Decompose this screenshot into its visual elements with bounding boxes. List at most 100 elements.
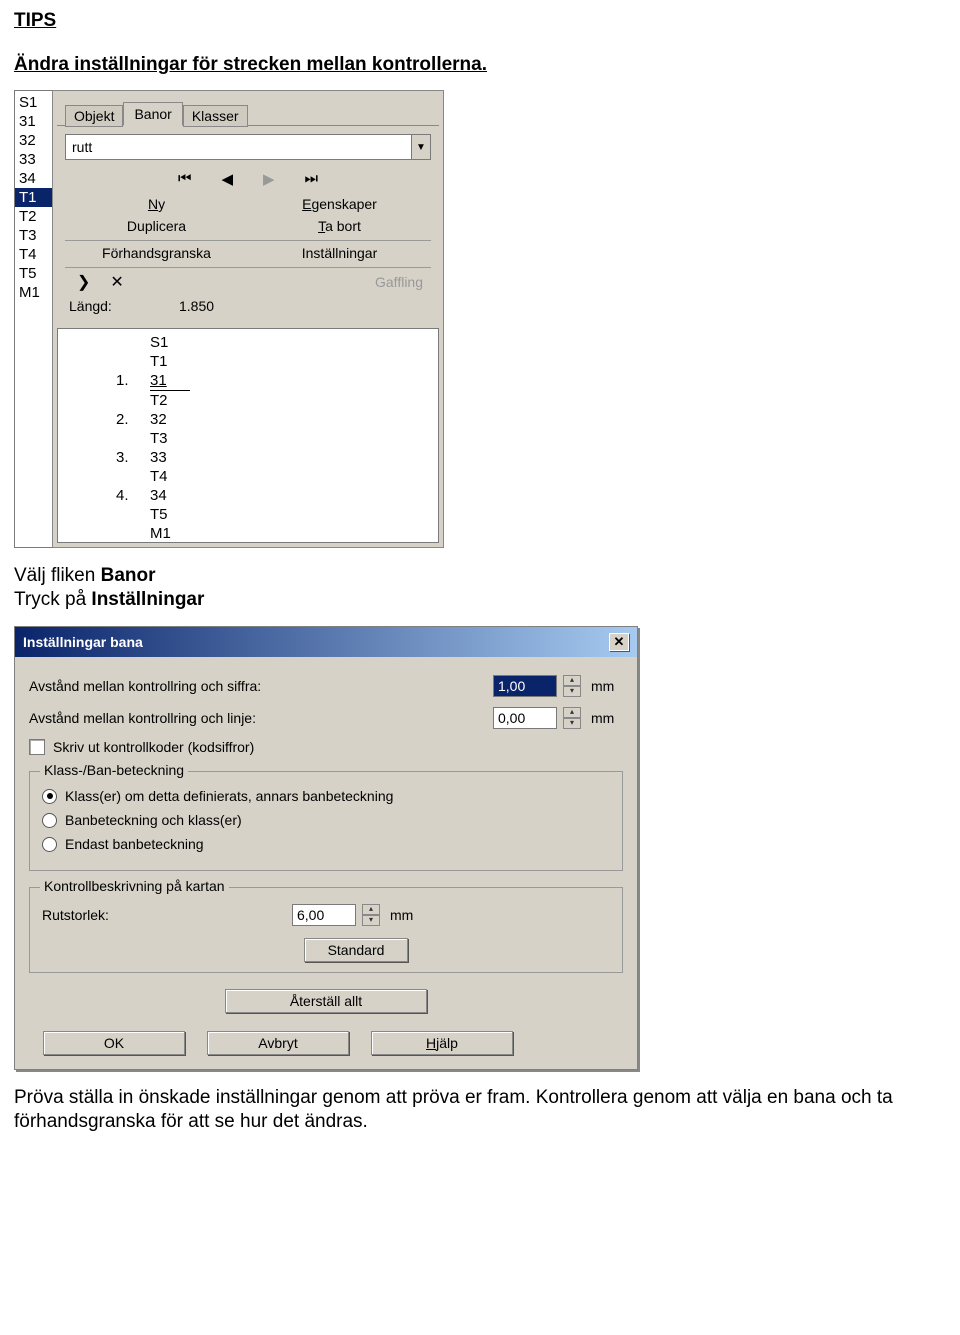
icon-row: ❯ ✕ Gaffling xyxy=(65,272,431,292)
seq-num: 3. xyxy=(116,448,150,467)
seq-item: T5 xyxy=(150,505,190,524)
seq-item: 32 xyxy=(150,410,190,429)
seq-item: T3 xyxy=(150,429,190,448)
list-item[interactable]: T1 xyxy=(15,188,52,207)
list-item[interactable]: 33 xyxy=(15,150,52,169)
chevron-down-icon[interactable]: ▼ xyxy=(411,135,430,159)
divider xyxy=(65,267,431,268)
seq-item: T4 xyxy=(150,467,190,486)
dialog-body: Avstånd mellan kontrollring och siffra: … xyxy=(15,657,637,1069)
list-item[interactable]: 34 xyxy=(15,169,52,188)
tips-heading: TIPS xyxy=(14,10,946,32)
tab-klasser[interactable]: Klasser xyxy=(183,105,248,127)
list-item[interactable]: 31 xyxy=(15,112,52,131)
spinner[interactable]: ▴▾ xyxy=(362,904,380,926)
reset-all-button[interactable]: Återställ allt xyxy=(225,989,427,1013)
fieldset-kontrollbeskrivning: Kontrollbeskrivning på kartan Rutstorlek… xyxy=(29,887,623,973)
help-button[interactable]: Hjälp xyxy=(371,1031,513,1055)
legend: Klass-/Ban-beteckning xyxy=(40,762,188,778)
input-avstand-siffra[interactable] xyxy=(493,675,557,697)
tab-bar: Objekt Banor Klasser xyxy=(53,91,443,125)
fieldset-klass-ban: Klass-/Ban-beteckning Klass(er) om detta… xyxy=(29,771,623,871)
row-avstand-siffra: Avstånd mellan kontrollring och siffra: … xyxy=(29,675,623,697)
prev-icon[interactable]: ◀ xyxy=(221,170,233,188)
divider xyxy=(65,240,431,241)
tab-objekt[interactable]: Objekt xyxy=(65,105,123,127)
dialog-title: Inställningar bana xyxy=(23,634,143,650)
banor-panel-screenshot: S1 31 32 33 34 T1 T2 T3 T4 T5 M1 Objekt … xyxy=(14,90,444,548)
gaffling-label: Gaffling xyxy=(375,274,423,290)
list-item[interactable]: M1 xyxy=(15,283,52,302)
installningar-button[interactable]: Inställningar xyxy=(248,245,431,261)
seq-item: T1 xyxy=(150,352,190,371)
close-icon[interactable]: ✕ xyxy=(110,272,123,292)
button-row-2: Duplicera Ta bort xyxy=(65,218,431,234)
radio-opt3[interactable]: Endast banbeteckning xyxy=(42,836,610,852)
radio-icon[interactable] xyxy=(42,789,57,804)
label-avstand-siffra: Avstånd mellan kontrollring och siffra: xyxy=(29,678,493,694)
first-icon[interactable]: ⏮ xyxy=(178,170,192,188)
seq-num: 4. xyxy=(116,486,150,505)
radio-label: Banbeteckning och klass(er) xyxy=(65,812,242,828)
label-avstand-linje: Avstånd mellan kontrollring och linje: xyxy=(29,710,493,726)
spinner[interactable]: ▴▾ xyxy=(563,707,581,729)
seq-num: 2. xyxy=(116,410,150,429)
seq-item: 33 xyxy=(150,448,190,467)
panel-right: Objekt Banor Klasser rutt ▼ ⏮ ◀ ▶ ⏭ Ny E… xyxy=(52,90,444,548)
tabort-button[interactable]: Ta bort xyxy=(248,218,431,234)
input-avstand-linje[interactable] xyxy=(493,707,557,729)
legend: Kontrollbeskrivning på kartan xyxy=(40,878,229,894)
tab-content: rutt ▼ ⏮ ◀ ▶ ⏭ Ny Egenskaper Duplicera T… xyxy=(57,125,439,324)
close-button[interactable]: ✕ xyxy=(609,633,629,651)
cancel-button[interactable]: Avbryt xyxy=(207,1031,349,1055)
length-row: Längd: 1.850 xyxy=(65,296,431,320)
list-item[interactable]: T2 xyxy=(15,207,52,226)
radio-opt2[interactable]: Banbeteckning och klass(er) xyxy=(42,812,610,828)
unit-mm: mm xyxy=(390,907,422,923)
list-item[interactable]: T5 xyxy=(15,264,52,283)
radio-label: Endast banbeteckning xyxy=(65,836,204,852)
length-label: Längd: xyxy=(69,298,179,314)
instruction-text-1: Välj fliken Banor Tryck på Inställningar xyxy=(14,564,946,612)
duplicera-button[interactable]: Duplicera xyxy=(65,218,248,234)
egenskaper-button[interactable]: Egenskaper xyxy=(248,196,431,212)
ok-button[interactable]: OK xyxy=(43,1031,185,1055)
dialog-footer: OK Avbryt Hjälp xyxy=(29,1031,623,1055)
instruction-text-2: Pröva ställa in önskade inställningar ge… xyxy=(14,1086,946,1134)
rutt-dropdown[interactable]: rutt ▼ xyxy=(65,134,431,160)
next-icon[interactable]: ❯ xyxy=(77,272,90,292)
dialog-titlebar: Inställningar bana ✕ xyxy=(15,627,637,657)
nav-icons-row: ⏮ ◀ ▶ ⏭ xyxy=(65,170,431,188)
radio-opt1[interactable]: Klass(er) om detta definierats, annars b… xyxy=(42,788,610,804)
sequence-box: S1 T1 1.31 T2 2.32 T3 3.33 T4 4.34 T5 M1 xyxy=(57,328,439,543)
standard-button[interactable]: Standard xyxy=(304,938,408,962)
input-rutstorlek[interactable] xyxy=(292,904,356,926)
checkbox-icon[interactable] xyxy=(29,739,45,755)
unit-mm: mm xyxy=(591,678,623,694)
radio-icon[interactable] xyxy=(42,837,57,852)
seq-num: 1. xyxy=(116,371,150,390)
subheading: Ändra inställningar för strecken mellan … xyxy=(14,54,946,76)
seq-item: 31 xyxy=(150,371,190,390)
forhandsgranska-button[interactable]: Förhandsgranska xyxy=(65,245,248,261)
list-item[interactable]: T4 xyxy=(15,245,52,264)
list-item[interactable]: T3 xyxy=(15,226,52,245)
spinner[interactable]: ▴▾ xyxy=(563,675,581,697)
seq-item: T2 xyxy=(150,390,190,410)
button-row-1: Ny Egenskaper xyxy=(65,196,431,212)
row-avstand-linje: Avstånd mellan kontrollring och linje: ▴… xyxy=(29,707,623,729)
button-row-3: Förhandsgranska Inställningar xyxy=(65,245,431,261)
radio-label: Klass(er) om detta definierats, annars b… xyxy=(65,788,393,804)
seq-item: 34 xyxy=(150,486,190,505)
radio-icon[interactable] xyxy=(42,813,57,828)
ny-button[interactable]: Ny xyxy=(65,196,248,212)
last-icon[interactable]: ⏭ xyxy=(305,170,319,188)
row-rutstorlek: Rutstorlek: ▴▾ mm xyxy=(42,904,610,926)
unit-mm: mm xyxy=(591,710,623,726)
list-item[interactable]: S1 xyxy=(15,93,52,112)
object-list[interactable]: S1 31 32 33 34 T1 T2 T3 T4 T5 M1 xyxy=(14,90,52,548)
list-item[interactable]: 32 xyxy=(15,131,52,150)
checkbox-kontrollkoder[interactable]: Skriv ut kontrollkoder (kodsiffror) xyxy=(29,739,623,755)
label-rutstorlek: Rutstorlek: xyxy=(42,907,292,923)
tab-banor[interactable]: Banor xyxy=(123,102,182,126)
